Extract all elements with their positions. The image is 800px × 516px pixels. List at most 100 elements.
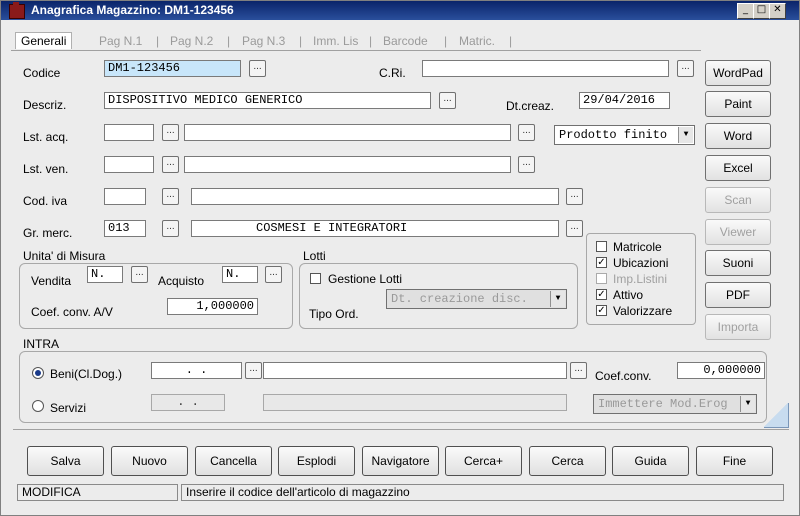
scan-button[interactable]: Scan (705, 187, 771, 213)
acquisto-lookup-button[interactable]: ... (265, 266, 282, 283)
chevron-down-icon[interactable]: ▼ (550, 291, 565, 307)
tab-separator: | (156, 34, 160, 48)
tipo-prodotto-value: Prodotto finito (559, 128, 668, 142)
resize-grip[interactable] (764, 403, 789, 428)
importa-button[interactable]: Importa (705, 314, 771, 340)
tab-generali[interactable]: Generali (15, 32, 73, 49)
mod-erog-select[interactable]: Immettere Mod.Erog ▼ (593, 394, 757, 414)
title-bar[interactable]: Anagrafica Magazzino: DM1-123456 _ □ ✕ (1, 1, 799, 20)
coef-conv-input[interactable]: 0,000000 (677, 362, 765, 379)
lst-ven-desc-lookup-button[interactable]: ... (518, 156, 535, 173)
beni-label: Beni(Cl.Dog.) (50, 367, 123, 381)
cod-iva-label: Cod. iva (23, 194, 68, 208)
close-icon[interactable]: ✕ (769, 3, 786, 19)
beni-desc-input[interactable] (263, 362, 567, 379)
unita-group-title: Unita' di Misura (23, 249, 106, 263)
main-window: Anagrafica Magazzino: DM1-123456 _ □ ✕ G… (0, 0, 800, 516)
lst-acq-desc-lookup-button[interactable]: ... (518, 124, 535, 141)
vendita-input[interactable]: N. (87, 266, 123, 283)
lst-acq-lookup-button[interactable]: ... (162, 124, 179, 141)
navigatore-button[interactable]: Navigatore (362, 446, 439, 476)
beni-radio[interactable] (32, 367, 44, 379)
viewer-button[interactable]: Viewer (705, 219, 771, 245)
imp-listini-label: Imp.Listini (613, 272, 668, 286)
pdf-button[interactable]: PDF (705, 282, 771, 308)
salva-button[interactable]: Salva (27, 446, 104, 476)
lst-ven-lookup-button[interactable]: ... (162, 156, 179, 173)
cerca-button[interactable]: Cerca (529, 446, 606, 476)
gr-merc-label: Gr. merc. (23, 226, 73, 240)
codice-lookup-button[interactable]: ... (249, 60, 266, 77)
tipo-prodotto-select[interactable]: Prodotto finito ▼ (554, 125, 695, 145)
tipo-ord-value: Dt. creazione disc. (391, 292, 528, 306)
gestione-lotti-checkbox[interactable] (310, 273, 321, 284)
cri-lookup-button[interactable]: ... (677, 60, 694, 77)
paint-button[interactable]: Paint (705, 91, 771, 117)
acquisto-input[interactable]: N. (222, 266, 258, 283)
tab-barcode[interactable]: Barcode (383, 34, 428, 48)
cri-label: C.Ri. (379, 66, 406, 80)
coef-conv-label: Coef.conv. (595, 369, 652, 383)
imp-listini-checkbox[interactable] (596, 273, 607, 284)
coef-conv-av-input[interactable]: 1,000000 (167, 298, 258, 315)
lst-ven-desc-input[interactable] (184, 156, 511, 173)
mod-erog-value: Immettere Mod.Erog (598, 397, 728, 411)
cancella-button[interactable]: Cancella (195, 446, 272, 476)
maximize-icon[interactable]: □ (753, 3, 770, 19)
cod-iva-desc-lookup-button[interactable]: ... (566, 188, 583, 205)
beni-input[interactable]: . . (151, 362, 242, 379)
guida-button[interactable]: Guida (612, 446, 689, 476)
chevron-down-icon[interactable]: ▼ (740, 396, 755, 412)
chevron-down-icon[interactable]: ▼ (678, 127, 693, 143)
descriz-lookup-button[interactable]: ... (439, 92, 456, 109)
excel-button[interactable]: Excel (705, 155, 771, 181)
tab-separator: | (509, 34, 513, 48)
matricole-checkbox[interactable] (596, 241, 607, 252)
dtcreaz-input[interactable]: 29/04/2016 (579, 92, 670, 109)
lst-ven-code-input[interactable] (104, 156, 154, 173)
lst-ven-label: Lst. ven. (23, 162, 69, 176)
attivo-checkbox[interactable]: ✓ (596, 289, 607, 300)
valorizzare-checkbox[interactable]: ✓ (596, 305, 607, 316)
ubicazioni-label: Ubicazioni (613, 256, 669, 270)
beni-lookup-button[interactable]: ... (245, 362, 262, 379)
cod-iva-code-input[interactable] (104, 188, 146, 205)
tipo-ord-select[interactable]: Dt. creazione disc. ▼ (386, 289, 567, 309)
tab-pag3[interactable]: Pag N.3 (242, 34, 285, 48)
tab-imm-lis[interactable]: Imm. Lis (313, 34, 358, 48)
status-mode: MODIFICA (17, 484, 178, 501)
gr-merc-desc-lookup-button[interactable]: ... (566, 220, 583, 237)
ubicazioni-checkbox[interactable]: ✓ (596, 257, 607, 268)
word-button[interactable]: Word (705, 123, 771, 149)
gr-merc-lookup-button[interactable]: ... (162, 220, 179, 237)
beni-desc-lookup-button[interactable]: ... (570, 362, 587, 379)
gr-merc-desc-input[interactable]: COSMESI E INTEGRATORI (191, 220, 559, 237)
gr-merc-code-input[interactable]: 013 (104, 220, 146, 237)
tab-pag1[interactable]: Pag N.1 (99, 34, 142, 48)
tab-pag2[interactable]: Pag N.2 (170, 34, 213, 48)
esplodi-button[interactable]: Esplodi (278, 446, 355, 476)
coef-conv-av-label: Coef. conv. A/V (31, 305, 113, 319)
cod-iva-desc-input[interactable] (191, 188, 559, 205)
lst-acq-label: Lst. acq. (23, 130, 69, 144)
vendita-lookup-button[interactable]: ... (131, 266, 148, 283)
tab-matric[interactable]: Matric. (459, 34, 495, 48)
descriz-input[interactable]: DISPOSITIVO MEDICO GENERICO (104, 92, 431, 109)
wordpad-button[interactable]: WordPad (705, 60, 771, 86)
lst-acq-code-input[interactable] (104, 124, 154, 141)
tab-separator: | (299, 34, 303, 48)
fine-button[interactable]: Fine (696, 446, 773, 476)
cri-input[interactable] (422, 60, 669, 77)
gestione-lotti-label: Gestione Lotti (328, 272, 403, 286)
servizi-input[interactable]: . . (151, 394, 225, 411)
cod-iva-lookup-button[interactable]: ... (162, 188, 179, 205)
minimize-icon[interactable]: _ (737, 3, 754, 19)
servizi-desc-input[interactable] (263, 394, 567, 411)
tab-separator: | (369, 34, 373, 48)
nuovo-button[interactable]: Nuovo (111, 446, 188, 476)
lst-acq-desc-input[interactable] (184, 124, 511, 141)
codice-input[interactable]: DM1-123456 (104, 60, 241, 77)
suoni-button[interactable]: Suoni (705, 250, 771, 276)
servizi-radio[interactable] (32, 400, 44, 412)
cerca-plus-button[interactable]: Cerca+ (445, 446, 522, 476)
